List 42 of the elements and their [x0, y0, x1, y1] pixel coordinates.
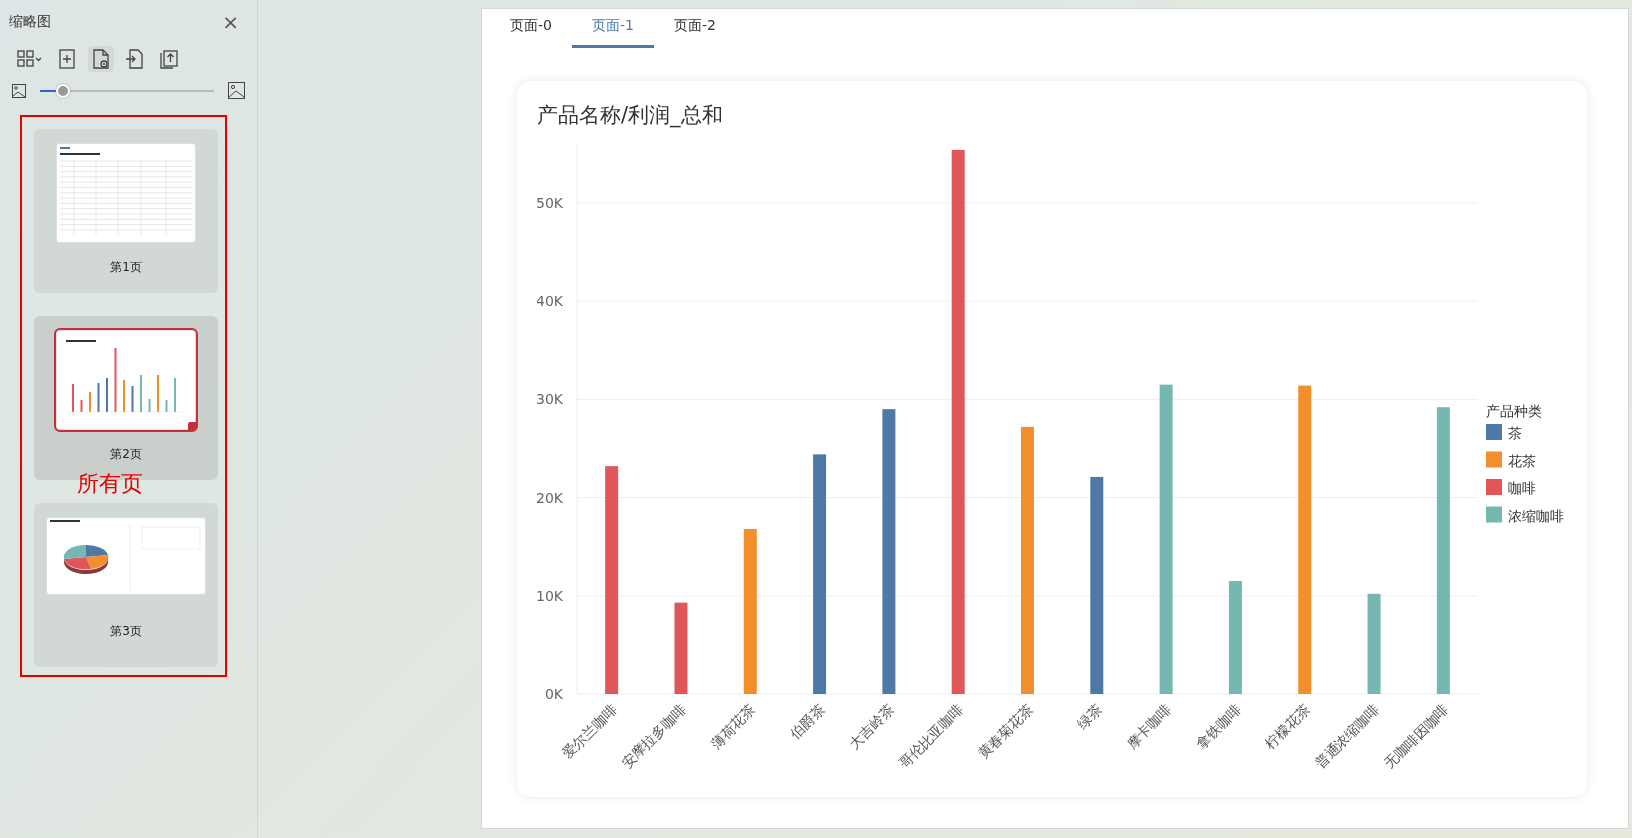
x-axis-label: 黄春菊花茶	[974, 700, 1036, 762]
x-axis-label: 普通浓缩咖啡	[1311, 700, 1383, 772]
x-axis-label: 爱尔兰咖啡	[558, 700, 620, 762]
x-axis-label: 拿铁咖啡	[1192, 700, 1244, 752]
page-tab[interactable]: 页面-0	[490, 9, 572, 48]
page-thumbnail-card[interactable]: 第1页	[34, 129, 218, 293]
page-tab[interactable]: 页面-1	[571, 9, 654, 48]
small-image-icon[interactable]	[12, 83, 26, 98]
y-axis-label: 50K	[537, 194, 563, 211]
chart-title: 产品名称/利润_总和	[537, 102, 724, 129]
x-axis-label: 柠檬花茶	[1261, 700, 1313, 752]
x-axis-label: 伯爵茶	[786, 700, 828, 742]
page-thumbnail-card[interactable]: 第3页	[34, 503, 218, 667]
add-page-icon	[59, 49, 75, 69]
panel-title: 缩略图	[9, 13, 51, 31]
legend-label: 花茶	[1508, 452, 1536, 469]
x-axis-label: 无咖啡因咖啡	[1380, 700, 1452, 772]
x-axis-label: 摩卡咖啡	[1123, 700, 1175, 752]
close-button[interactable]: ×	[218, 12, 243, 32]
page-settings-icon	[93, 49, 109, 69]
grid-icon	[17, 50, 42, 67]
x-axis-label: 绿茶	[1073, 700, 1105, 732]
x-axis-label: 哥伦比亚咖啡	[895, 700, 967, 772]
legend-label: 咖啡	[1508, 480, 1536, 496]
y-axis-label: 30K	[537, 391, 563, 408]
zoom-slider[interactable]	[40, 83, 214, 98]
page-tab[interactable]: 页面-2	[653, 9, 736, 48]
legend-label: 浓缩咖啡	[1508, 507, 1564, 524]
y-axis-label: 20K	[537, 489, 563, 506]
large-image-icon[interactable]	[228, 82, 245, 99]
toolbar-button[interactable]	[88, 46, 114, 72]
y-axis-label: 10K	[537, 587, 563, 604]
y-axis-label: 40K	[537, 293, 563, 310]
legend-label: 茶	[1508, 425, 1522, 441]
x-axis-label: 安摩拉多咖啡	[618, 700, 690, 772]
selection-corner-mark	[188, 422, 196, 430]
x-axis-label: 薄荷花茶	[707, 700, 759, 752]
legend-title: 产品种类	[1486, 403, 1542, 419]
x-axis-label: 大吉岭茶	[846, 700, 897, 752]
y-axis-label: 0K	[544, 686, 563, 702]
page-export-icon	[125, 49, 143, 69]
copy-pages-icon	[160, 50, 178, 69]
